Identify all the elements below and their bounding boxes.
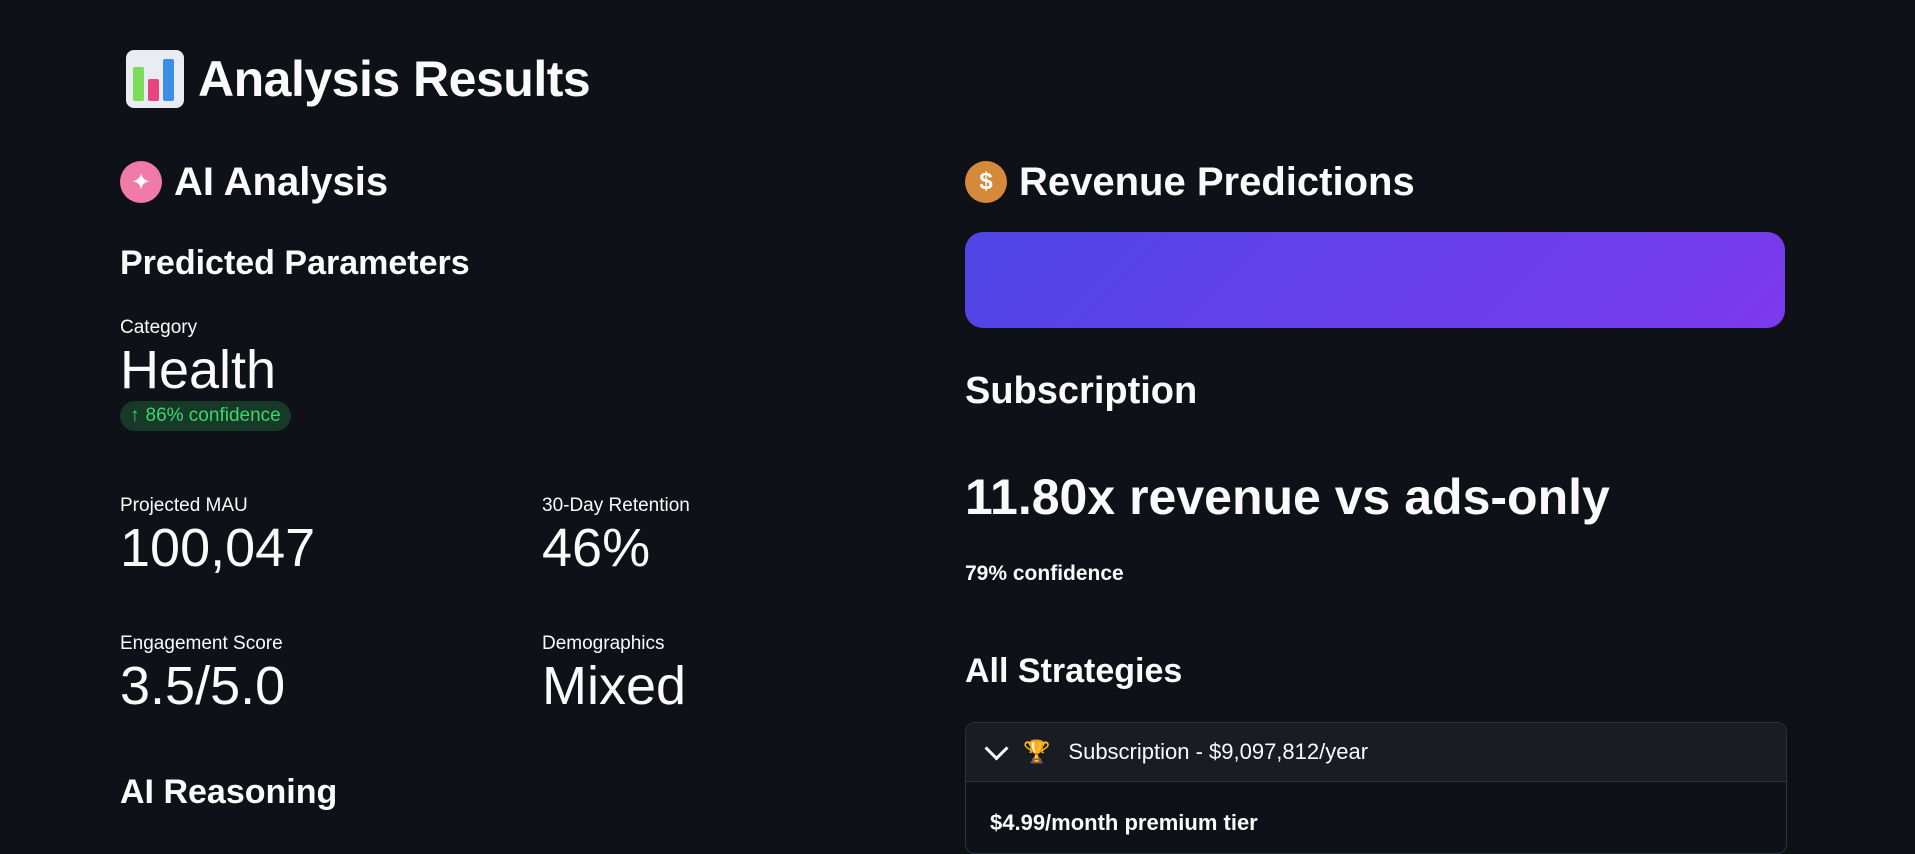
page-title: Analysis Results	[126, 50, 591, 108]
strategy-expander-header[interactable]: 🏆 Subscription - $9,097,812/year	[966, 723, 1786, 782]
all-strategies-heading: All Strategies	[965, 652, 1183, 690]
strategy-name: Subscription	[965, 370, 1198, 412]
metric-label: Engagement Score	[120, 633, 283, 654]
metric-value: 100,047	[120, 518, 316, 578]
revenue-column: $ Revenue Predictions Subscription 11.80…	[965, 150, 1787, 854]
revenue-headline: 11.80x revenue vs ads-only	[965, 469, 1610, 525]
metric-label: Demographics	[542, 633, 665, 654]
metric-retention: 30-Day Retention 46%	[542, 495, 690, 579]
predicted-parameters-heading: Predicted Parameters	[120, 244, 470, 282]
metric-value: 46%	[542, 518, 651, 578]
page-title-text: Analysis Results	[198, 51, 591, 107]
category-metric: Category Health ↑ 86% confidence	[120, 317, 291, 432]
metric-demographics: Demographics Mixed	[542, 633, 686, 717]
metric-value: 3.5/5.0	[120, 656, 286, 716]
strategy-expander-label: Subscription - $9,097,812/year	[1068, 739, 1369, 764]
brain-icon: ✦	[120, 161, 162, 203]
bar-chart-icon	[126, 50, 184, 108]
metric-mau: Projected MAU 100,047	[120, 495, 315, 579]
metric-engagement: Engagement Score 3.5/5.0	[120, 633, 285, 717]
strategy-detail: $4.99/month premium tier	[990, 810, 1258, 835]
ai-reasoning-heading: AI Reasoning	[120, 773, 338, 811]
revenue-banner	[965, 232, 1785, 328]
metric-label: 30-Day Retention	[542, 495, 690, 516]
arrow-up-icon: ↑	[130, 405, 140, 427]
revenue-confidence: 79% confidence	[965, 562, 1124, 585]
metric-value: Mixed	[542, 656, 687, 716]
ai-analysis-column: ✦ AI Analysis Predicted Parameters Categ…	[120, 150, 940, 811]
revenue-heading: $ Revenue Predictions	[965, 150, 1785, 214]
chevron-down-icon[interactable]	[984, 735, 1009, 761]
strategy-expander[interactable]: 🏆 Subscription - $9,097,812/year $4.99/m…	[965, 722, 1787, 854]
category-delta-badge: ↑ 86% confidence	[120, 401, 291, 432]
category-value: Health	[120, 340, 277, 400]
category-label: Category	[120, 317, 198, 338]
trophy-icon: 🏆	[1023, 739, 1051, 764]
ai-analysis-heading: ✦ AI Analysis	[120, 150, 940, 214]
metric-label: Projected MAU	[120, 495, 248, 516]
money-bag-icon: $	[965, 161, 1007, 203]
